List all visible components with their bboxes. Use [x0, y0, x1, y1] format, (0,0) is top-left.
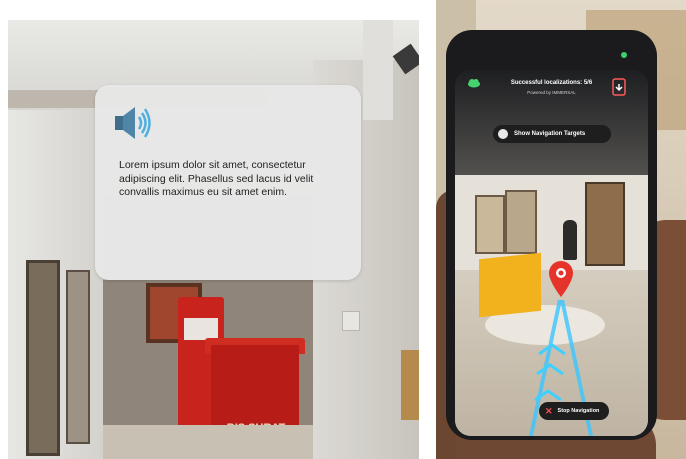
- light-switch: [342, 311, 360, 331]
- speaker-icon[interactable]: [113, 103, 153, 143]
- close-icon: ✕: [545, 405, 553, 416]
- display-case: [475, 195, 505, 254]
- show-navigation-targets-button[interactable]: Show Navigation Targets: [493, 125, 611, 143]
- exit-icon[interactable]: [610, 78, 628, 98]
- stop-navigation-label: Stop Navigation: [557, 408, 600, 414]
- smartphone: Successful localizations: 5/6 Powered by…: [446, 30, 657, 440]
- picture-frame: [401, 350, 419, 420]
- display-case: [585, 182, 625, 266]
- info-description: Lorem ipsum dolor sit amet, consectetur …: [119, 159, 314, 198]
- targets-icon: [498, 129, 508, 139]
- audio-info-card[interactable]: Lorem ipsum dolor sit amet, consectetur …: [95, 85, 361, 280]
- floor: [103, 425, 313, 459]
- mailbox-slot: [184, 318, 218, 340]
- ar-navigation-screen: Successful localizations: 5/6 Powered by…: [455, 70, 648, 436]
- phone-photo-panel: Successful localizations: 5/6 Powered by…: [436, 0, 686, 459]
- nav-chevron-icon: [538, 343, 566, 356]
- stop-navigation-button[interactable]: ✕ Stop Navigation: [539, 402, 609, 420]
- pillar: [363, 20, 393, 120]
- doorway: [26, 260, 60, 456]
- doorway-inner: [66, 270, 90, 444]
- yellow-exhibit-sign: [479, 252, 541, 318]
- map-pin-icon: [549, 261, 573, 297]
- display-case: [505, 190, 537, 254]
- nav-chevron-icon: [536, 363, 564, 376]
- camera-indicator: [621, 52, 627, 58]
- ar-info-panel: BIS SURAT Lorem ipsum dolor sit amet, co…: [8, 20, 419, 459]
- visitor: [563, 220, 577, 260]
- nav-chevron-icon: [534, 389, 562, 402]
- show-navigation-targets-label: Show Navigation Targets: [514, 131, 586, 137]
